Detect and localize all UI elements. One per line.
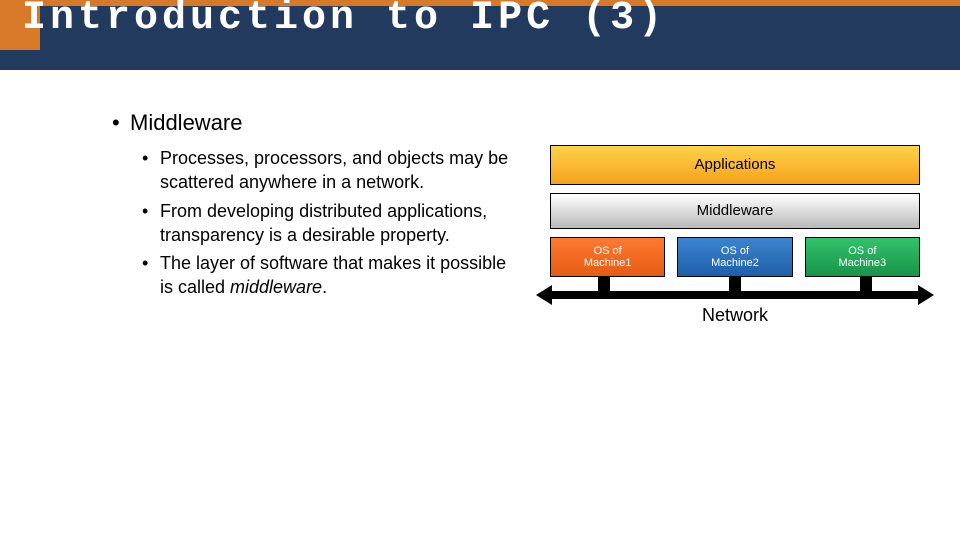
os-box-1: OS of Machine1 bbox=[550, 237, 665, 277]
os2-line2: Machine2 bbox=[711, 257, 759, 269]
os-box-3: OS of Machine3 bbox=[805, 237, 920, 277]
heading-bullet: Middleware bbox=[130, 110, 900, 136]
sub-bullet-1: Processes, processors, and objects may b… bbox=[160, 146, 520, 195]
slide-title: Introduction to IPC (3) bbox=[22, 0, 666, 41]
os3-line1: OS of bbox=[848, 245, 876, 257]
slide-content: Middleware Processes, processors, and ob… bbox=[0, 70, 960, 300]
os3-line2: Machine3 bbox=[838, 257, 886, 269]
os1-line1: OS of bbox=[594, 245, 622, 257]
connector-3 bbox=[860, 277, 872, 291]
connector-2 bbox=[729, 277, 741, 291]
sub-bullet-3: The layer of software that makes it poss… bbox=[160, 251, 520, 300]
os2-line1: OS of bbox=[721, 245, 749, 257]
middleware-layer: Middleware bbox=[550, 193, 920, 229]
sub-bullet-3-pre: The layer of software that makes it poss… bbox=[160, 253, 506, 297]
sub-bullet-3-em: middleware bbox=[230, 277, 322, 297]
applications-layer: Applications bbox=[550, 145, 920, 185]
connector-row bbox=[550, 277, 920, 291]
os-row: OS of Machine1 OS of Machine2 OS of Mach… bbox=[550, 237, 920, 277]
network-label: Network bbox=[550, 305, 920, 326]
network-bar bbox=[550, 291, 920, 299]
connector-1 bbox=[598, 277, 610, 291]
os-box-2: OS of Machine2 bbox=[677, 237, 792, 277]
sub-bullet-2: From developing distributed applications… bbox=[160, 199, 520, 248]
sub-bullet-list: Processes, processors, and objects may b… bbox=[160, 146, 520, 300]
sub-bullet-3-post: . bbox=[322, 277, 327, 297]
os1-line2: Machine1 bbox=[584, 257, 632, 269]
title-bar: Introduction to IPC (3) bbox=[0, 0, 960, 70]
middleware-diagram: Applications Middleware OS of Machine1 O… bbox=[550, 145, 920, 326]
